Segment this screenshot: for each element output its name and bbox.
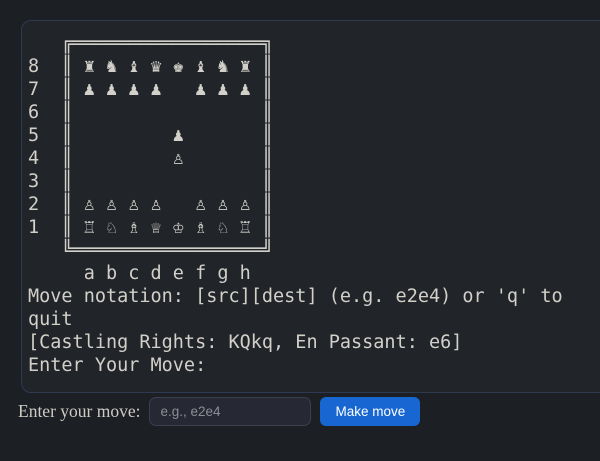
- move-input-row: Enter your move: Make move: [18, 396, 420, 426]
- make-move-button[interactable]: Make move: [320, 397, 420, 426]
- game-output-panel: ╔═════════════════╗ 8 ║ ♜ ♞ ♝ ♛ ♚ ♝ ♞ ♜ …: [21, 20, 600, 393]
- move-input-label: Enter your move:: [18, 401, 140, 422]
- chess-terminal-output: ╔═════════════════╗ 8 ║ ♜ ♞ ♝ ♛ ♚ ♝ ♞ ♜ …: [22, 21, 600, 377]
- move-input[interactable]: [149, 397, 311, 426]
